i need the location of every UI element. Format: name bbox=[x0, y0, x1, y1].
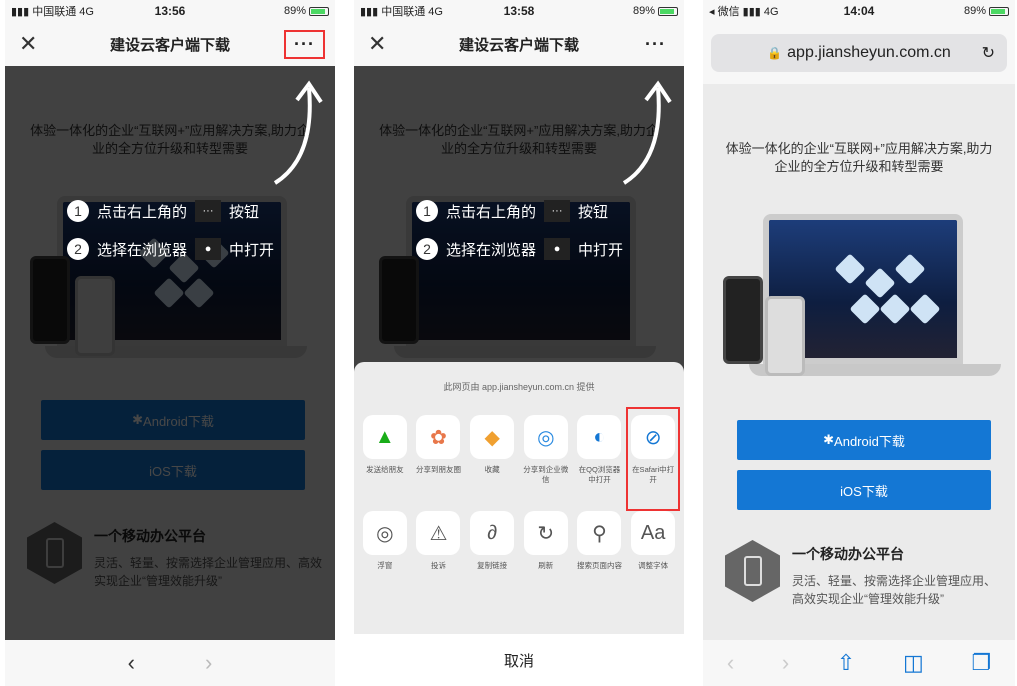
curved-arrow-icon bbox=[622, 80, 672, 185]
complain[interactable]: ⚠ 投诉 bbox=[414, 511, 462, 571]
more-button[interactable]: ··· bbox=[284, 29, 325, 59]
battery-icon bbox=[989, 6, 1009, 16]
safari-highlight bbox=[626, 407, 681, 511]
font-size[interactable]: Aa 调整字体 bbox=[629, 511, 677, 571]
open-qq-browser[interactable]: ◐ 在QQ浏览器中打开 bbox=[575, 415, 623, 485]
android-icon: ✱ bbox=[823, 432, 835, 447]
curved-arrow-icon bbox=[273, 80, 323, 185]
url-field[interactable]: 🔒 app.jiansheyun.com.cn ↻ bbox=[711, 34, 1007, 72]
refresh-icon: ↻ bbox=[523, 511, 568, 555]
globe-icon: ● bbox=[195, 238, 222, 260]
float-icon: ◎ bbox=[362, 511, 407, 555]
copy-link[interactable]: ∂ 复制链接 bbox=[468, 511, 516, 571]
guide-step-2: 2 选择在浏览器 ● 中打开 bbox=[67, 238, 274, 260]
phone-screen-safari: ◂ 微信 ▮▮▮ 4G 14:04 89% 🔒 app.jiansheyun.co… bbox=[703, 0, 1015, 686]
close-icon[interactable]: ✕ bbox=[368, 31, 386, 57]
float-window[interactable]: ◎ 浮窗 bbox=[361, 511, 409, 571]
favorite-icon: ◆ bbox=[470, 415, 515, 459]
guide-step-1: 1 点击右上角的 ··· 按钮 bbox=[416, 200, 623, 222]
share-icon[interactable]: ⇧ bbox=[837, 650, 855, 676]
phone-screen-guide: ▮▮▮ 中国联通 4G 13:56 89% ✕ 建设云客户端下载 ··· 体验一… bbox=[5, 0, 335, 686]
more-icon: ··· bbox=[544, 200, 571, 222]
share-moments[interactable]: ✿ 分享到朋友圈 bbox=[414, 415, 462, 485]
nav-bar: ✕ 建设云客户端下载 ··· bbox=[5, 22, 335, 66]
close-icon[interactable]: ✕ bbox=[19, 31, 37, 57]
safari-toolbar: ‹ › ⇧ ◫ ❐ bbox=[703, 640, 1015, 686]
status-bar: ▮▮▮ 中国联通 4G 13:58 89% bbox=[354, 0, 684, 22]
globe-icon: ● bbox=[544, 238, 571, 260]
guide-step-2: 2 选择在浏览器 ● 中打开 bbox=[416, 238, 623, 260]
share-wecom[interactable]: ◎ 分享到企业微信 bbox=[522, 415, 570, 485]
more-icon: ··· bbox=[195, 200, 222, 222]
android-download-button[interactable]: ✱ Android下载 bbox=[737, 420, 991, 460]
address-bar: 🔒 app.jiansheyun.com.cn ↻ bbox=[703, 22, 1015, 84]
favorite[interactable]: ◆ 收藏 bbox=[468, 415, 516, 485]
share-sheet: 此网页由 app.jiansheyun.com.cn 提供 ▲ 发送给朋友 ✿ 分享… bbox=[354, 362, 684, 686]
lock-icon: 🔒 bbox=[767, 46, 783, 60]
download-page: 体验一体化的企业“互联网+”应用解决方案,助力企业的全方位升级和转型需要 ✱ A… bbox=[703, 84, 1015, 640]
clock: 13:56 bbox=[154, 4, 186, 18]
font-icon: Aa bbox=[631, 511, 676, 555]
feature-title: 一个移动办公平台 bbox=[792, 546, 904, 562]
action-row: ◎ 浮窗 ⚠ 投诉 ∂ 复制链接 ↻ 刷新 ⚲ 搜索页面内容 Aa 调整字体 bbox=[354, 511, 684, 571]
battery-icon bbox=[658, 6, 678, 16]
forward-icon[interactable]: › bbox=[782, 650, 789, 676]
warning-icon: ⚠ bbox=[416, 511, 461, 555]
url-text: app.jiansheyun.com.cn bbox=[787, 44, 951, 61]
guide-steps: 1 点击右上角的 ··· 按钮 2 选择在浏览器 ● 中打开 bbox=[67, 200, 274, 276]
tabs-icon[interactable]: ❐ bbox=[971, 650, 991, 676]
link-icon: ∂ bbox=[470, 511, 515, 555]
back-icon[interactable]: ‹ bbox=[727, 650, 734, 676]
clock: 13:58 bbox=[503, 4, 535, 18]
back-icon[interactable]: ‹ bbox=[128, 650, 135, 676]
page-title: 建设云客户端下载 bbox=[109, 36, 230, 54]
send-to-friend[interactable]: ▲ 发送给朋友 bbox=[361, 415, 409, 485]
battery-icon bbox=[309, 6, 329, 16]
feature-desc: 灵活、轻量、按需选择企业管理应用、高效实现企业“管理效能升级” bbox=[792, 574, 997, 606]
mobile-hex-icon bbox=[725, 540, 780, 602]
clock: 14:04 bbox=[843, 4, 875, 18]
forward-icon[interactable]: › bbox=[205, 650, 212, 676]
more-button[interactable]: ··· bbox=[637, 32, 674, 57]
phone-image bbox=[723, 276, 763, 364]
guide-steps: 1 点击右上角的 ··· 按钮 2 选择在浏览器 ● 中打开 bbox=[416, 200, 623, 276]
bookmarks-icon[interactable]: ◫ bbox=[903, 650, 924, 676]
nav-bar: ✕ 建设云客户端下载 ··· bbox=[354, 22, 684, 66]
status-bar: ◂ 微信 ▮▮▮ 4G 14:04 89% bbox=[703, 0, 1015, 22]
ios-download-button[interactable]: iOS下载 bbox=[737, 470, 991, 510]
guide-step-1: 1 点击右上角的 ··· 按钮 bbox=[67, 200, 274, 222]
feature-block: 一个移动办公平台灵活、轻量、按需选择企业管理应用、高效实现企业“管理效能升级” bbox=[725, 540, 1005, 608]
cancel-button[interactable]: 取消 bbox=[354, 634, 684, 686]
phone-screen-share-sheet: ▮▮▮ 中国联通 4G 13:58 89% ✕ 建设云客户端下载 ··· 体验一… bbox=[354, 0, 684, 686]
browser-toolbar: ‹ › bbox=[5, 640, 335, 686]
status-bar: ▮▮▮ 中国联通 4G 13:56 89% bbox=[5, 0, 335, 22]
open-safari[interactable]: ⊘ 在Safari中打开 bbox=[626, 407, 681, 511]
qq-browser-icon: ◐ bbox=[577, 415, 622, 459]
share-row: ▲ 发送给朋友 ✿ 分享到朋友圈 ◆ 收藏 ◎ 分享到企业微信 ◐ 在QQ浏览器中打开 ⊘… bbox=[354, 407, 684, 511]
moments-icon: ✿ bbox=[416, 415, 461, 459]
page-title: 建设云客户端下载 bbox=[458, 36, 579, 54]
sheet-source: 此网页由 app.jiansheyun.com.cn 提供 bbox=[443, 382, 595, 392]
send-icon: ▲ bbox=[362, 415, 407, 459]
wecom-icon: ◎ bbox=[523, 415, 568, 459]
tagline: 体验一体化的企业“互联网+”应用解决方案,助力企业的全方位升级和转型需要 bbox=[725, 141, 993, 174]
phone-image bbox=[765, 296, 805, 376]
reload-icon[interactable]: ↻ bbox=[982, 43, 995, 63]
refresh[interactable]: ↻ 刷新 bbox=[522, 511, 570, 571]
search-icon: ⚲ bbox=[577, 511, 622, 555]
search-page[interactable]: ⚲ 搜索页面内容 bbox=[575, 511, 623, 571]
